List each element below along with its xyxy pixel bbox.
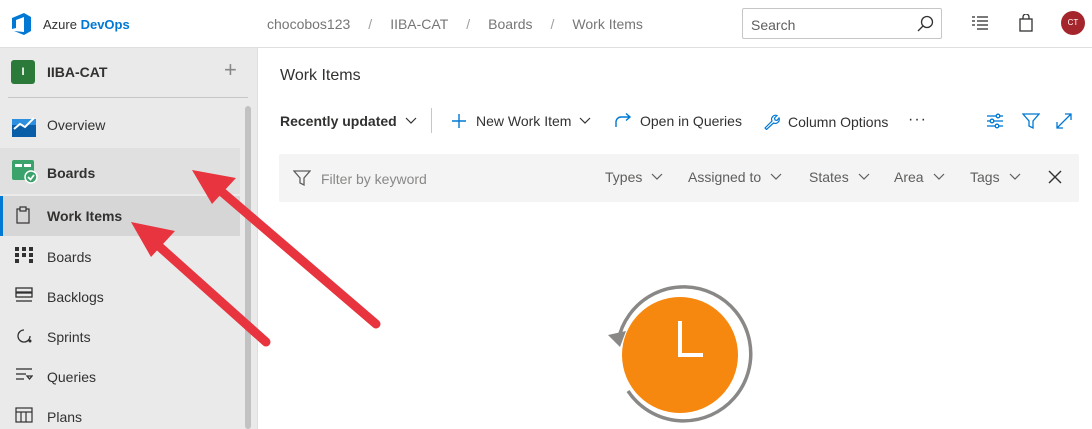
annotation-arrows (131, 170, 381, 347)
annotation-arrow-to-work-items (131, 222, 271, 347)
